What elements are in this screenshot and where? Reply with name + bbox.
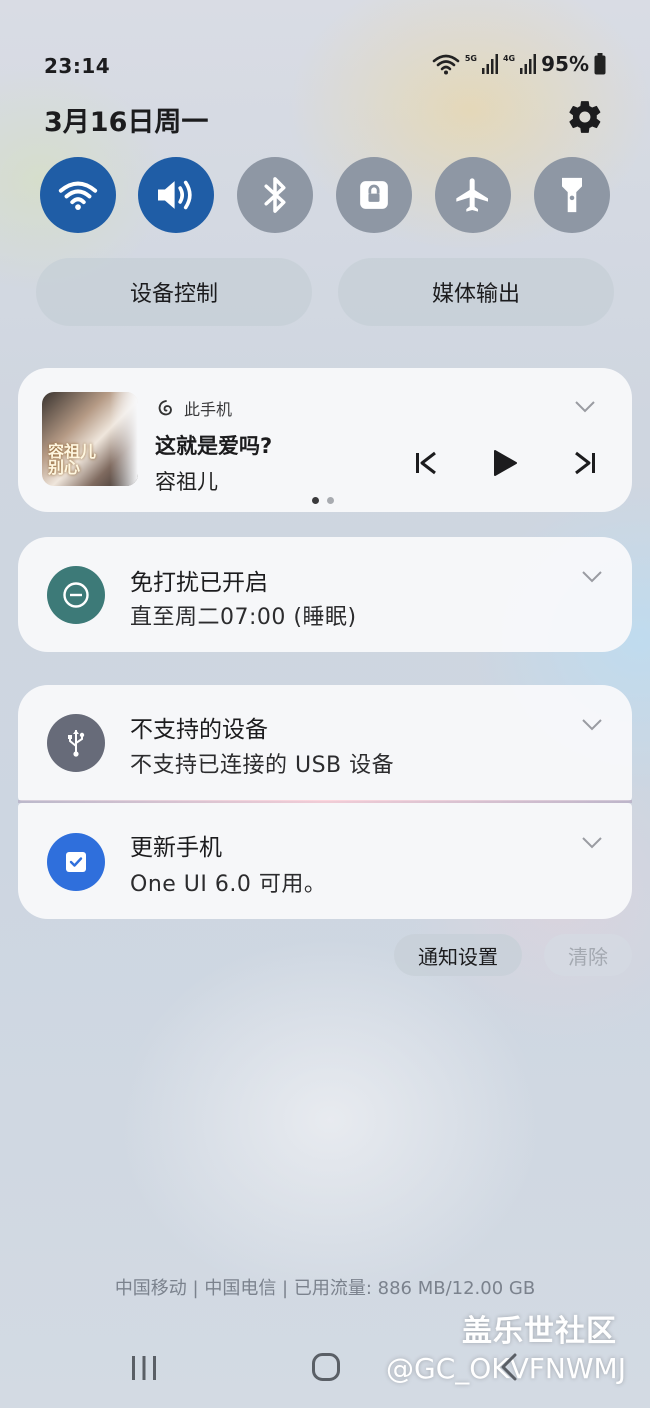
- album-art-text: 容祖儿 别心: [48, 442, 97, 477]
- media-player-card[interactable]: 容祖儿 别心 此手机 这就是爱吗? 容祖儿: [18, 368, 632, 512]
- signal-icon-2: [520, 54, 537, 74]
- artist-name: 容祖儿: [155, 470, 218, 494]
- battery-percent: 95%: [541, 52, 589, 76]
- media-source[interactable]: 此手机: [156, 396, 232, 420]
- next-track-button[interactable]: [568, 446, 602, 480]
- watermark-logo: 盖乐世社区: [462, 1314, 617, 1349]
- next-icon: [575, 451, 595, 475]
- chevron-down-icon[interactable]: [581, 570, 603, 584]
- signal-icon-1: [481, 54, 498, 74]
- carrier-info: 中国移动 | 中国电信 | 已用流量: 886 MB/12.00 GB: [114, 1278, 536, 1299]
- clock: 23:14: [44, 54, 111, 78]
- sound-toggle[interactable]: [138, 157, 214, 233]
- usb-icon: [47, 714, 105, 772]
- notification-title: 不支持的设备: [130, 717, 268, 743]
- album-art: 容祖儿 别心: [42, 392, 138, 486]
- airplane-mode-toggle[interactable]: [435, 157, 511, 233]
- clear-button[interactable]: 清除: [544, 934, 632, 976]
- wifi-status-icon: [432, 54, 460, 75]
- notification-text: 直至周二07:00 (睡眠): [130, 605, 357, 630]
- media-page-indicator: [312, 497, 334, 504]
- play-icon: [494, 450, 517, 476]
- status-bar: 23:14 5G 4G 95%: [0, 48, 650, 84]
- media-source-label: 此手机: [184, 400, 233, 419]
- wifi-toggle[interactable]: [40, 157, 116, 233]
- date: 3月16日周一: [44, 107, 209, 138]
- update-notification[interactable]: 更新手机 One UI 6.0 可用。: [18, 803, 632, 919]
- song-title: 这就是爱吗?: [155, 434, 273, 458]
- flashlight-icon: [562, 177, 582, 213]
- recent-apps-button[interactable]: [128, 1354, 160, 1382]
- bluetooth-toggle[interactable]: [237, 157, 313, 233]
- usb-notification[interactable]: 不支持的设备 不支持已连接的 USB 设备: [18, 685, 632, 801]
- update-icon: [47, 833, 105, 891]
- network-type-2: 4G: [502, 53, 516, 63]
- back-button[interactable]: [497, 1352, 521, 1382]
- media-output-button[interactable]: 媒体输出: [338, 258, 614, 326]
- play-button[interactable]: [488, 446, 522, 480]
- notification-title: 更新手机: [130, 835, 222, 861]
- settings-gear-icon[interactable]: [566, 98, 604, 136]
- do-not-disturb-icon: [47, 566, 105, 624]
- network-type-1: 5G: [464, 53, 477, 63]
- home-button[interactable]: [311, 1352, 341, 1382]
- rotation-lock-toggle[interactable]: [336, 157, 412, 233]
- flashlight-toggle[interactable]: [534, 157, 610, 233]
- chevron-down-icon[interactable]: [581, 836, 603, 850]
- notification-text: 不支持已连接的 USB 设备: [130, 753, 395, 778]
- battery-icon: [594, 53, 606, 75]
- netease-music-icon: [158, 400, 172, 416]
- notification-title: 免打扰已开启: [130, 570, 268, 596]
- rotation-lock-icon: [360, 181, 388, 209]
- previous-track-button[interactable]: [409, 446, 443, 480]
- notification-text: One UI 6.0 可用。: [130, 872, 327, 897]
- airplane-icon: [456, 178, 488, 212]
- page-dot-active: [312, 497, 319, 504]
- sound-icon: [158, 180, 192, 210]
- wifi-icon: [58, 181, 98, 210]
- notification-settings-button[interactable]: 通知设置: [394, 934, 522, 976]
- status-icons: 5G 4G 95%: [432, 52, 606, 76]
- quick-settings-row: [38, 157, 614, 235]
- device-control-button[interactable]: 设备控制: [36, 258, 312, 326]
- page-dot: [327, 497, 334, 504]
- previous-icon: [416, 451, 436, 475]
- dnd-notification[interactable]: 免打扰已开启 直至周二07:00 (睡眠): [18, 537, 632, 652]
- chevron-down-icon[interactable]: [581, 718, 603, 732]
- chevron-down-icon[interactable]: [574, 400, 596, 414]
- bluetooth-icon: [264, 177, 286, 213]
